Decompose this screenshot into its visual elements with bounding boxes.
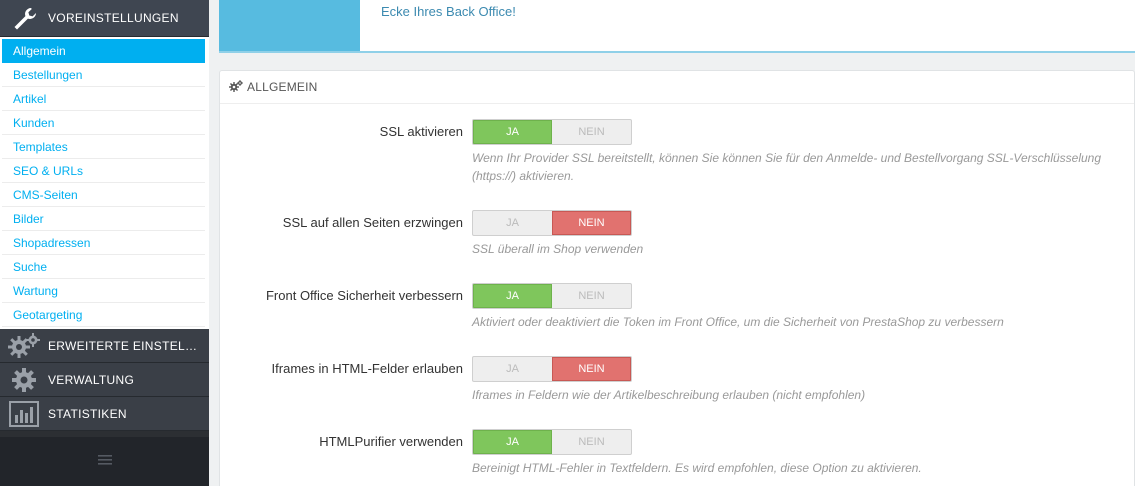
bar-chart-icon: [0, 397, 48, 431]
info-panel-message: Ecke Ihres Back Office!: [381, 4, 516, 19]
nav-section-label: VERWALTUNG: [48, 372, 135, 387]
settings-panel: ALLGEMEIN SSL aktivieren JA NEIN Wenn Ih…: [219, 70, 1135, 486]
nav-section-label: VOREINSTELLUNGEN: [48, 11, 179, 25]
wrench-icon: [0, 1, 48, 35]
sidebar: VOREINSTELLUNGEN Allgemein Bestellungen …: [0, 0, 209, 486]
submenu-item-geotargeting[interactable]: Geotargeting: [2, 303, 205, 327]
submenu-item-suche[interactable]: Suche: [2, 255, 205, 279]
nav-section-erweiterte-einstellungen[interactable]: ERWEITERTE EINSTELLUN...: [0, 329, 209, 363]
toggle-yes-option[interactable]: JA: [473, 430, 553, 454]
toggle-no-option[interactable]: NEIN: [552, 430, 631, 454]
setting-help-text: Bereinigt HTML-Fehler in Textfeldern. Es…: [472, 461, 922, 475]
submenu-item-templates[interactable]: Templates: [2, 135, 205, 159]
info-panel: Ecke Ihres Back Office!: [219, 0, 1135, 53]
iframes-toggle[interactable]: JA NEIN: [472, 356, 632, 382]
toggle-no-option[interactable]: NEIN: [551, 211, 631, 235]
setting-label: Front Office Sicherheit verbessern: [265, 288, 463, 303]
cogs-icon: [229, 79, 243, 95]
setting-label: SSL auf allen Seiten erzwingen: [282, 215, 463, 230]
toggle-yes-option[interactable]: JA: [473, 211, 552, 235]
toggle-no-option[interactable]: NEIN: [552, 120, 631, 144]
main-content: Ecke Ihres Back Office! ALLGEMEIN SSL ak…: [209, 0, 1135, 486]
submenu-item-cms-seiten[interactable]: CMS-Seiten: [2, 183, 205, 207]
setting-help-text: Wenn Ihr Provider SSL bereitstellt, könn…: [472, 151, 1102, 183]
sidebar-collapse-area: [0, 437, 209, 486]
submenu-item-bestellungen[interactable]: Bestellungen: [2, 63, 205, 87]
submenu-item-kunden[interactable]: Kunden: [2, 111, 205, 135]
hamburger-icon[interactable]: [97, 454, 112, 469]
front-office-security-toggle[interactable]: JA NEIN: [472, 283, 632, 309]
gear-icon: [0, 363, 48, 397]
toggle-no-option[interactable]: NEIN: [551, 357, 631, 381]
toggle-yes-option[interactable]: JA: [473, 120, 553, 144]
panel-heading: ALLGEMEIN: [220, 71, 1134, 104]
nav-section-voreinstellungen[interactable]: VOREINSTELLUNGEN: [0, 0, 209, 37]
nav-section-label: ERWEITERTE EINSTELLUN...: [48, 338, 203, 353]
ssl-toggle[interactable]: JA NEIN: [472, 119, 632, 145]
submenu-item-bilder[interactable]: Bilder: [2, 207, 205, 231]
gears-icon: [0, 329, 48, 363]
setting-label: Iframes in HTML-Felder erlauben: [271, 361, 463, 376]
htmlpurifier-toggle[interactable]: JA NEIN: [472, 429, 632, 455]
setting-help-text: SSL überall im Shop verwenden: [472, 242, 644, 256]
submenu-item-shopadressen[interactable]: Shopadressen: [2, 231, 205, 255]
submenu-item-artikel[interactable]: Artikel: [2, 87, 205, 111]
submenu: Allgemein Bestellungen Artikel Kunden Te…: [0, 37, 209, 329]
toggle-no-option[interactable]: NEIN: [552, 284, 631, 308]
setting-help-text: Aktiviert oder deaktiviert die Token im …: [472, 315, 1004, 329]
setting-label: HTMLPurifier verwenden: [319, 434, 463, 449]
submenu-item-allgemein[interactable]: Allgemein: [2, 39, 205, 63]
toggle-yes-option[interactable]: JA: [473, 357, 552, 381]
setting-label: SSL aktivieren: [379, 124, 463, 139]
submenu-item-wartung[interactable]: Wartung: [2, 279, 205, 303]
nav-section-label: STATISTIKEN: [48, 406, 127, 421]
nav-section-verwaltung[interactable]: VERWALTUNG: [0, 363, 209, 397]
info-panel-accent: [219, 0, 360, 51]
ssl-all-pages-toggle[interactable]: JA NEIN: [472, 210, 632, 236]
nav-section-statistiken[interactable]: STATISTIKEN: [0, 397, 209, 431]
toggle-yes-option[interactable]: JA: [473, 284, 553, 308]
setting-help-text: Iframes in Feldern wie der Artikelbeschr…: [472, 388, 866, 402]
panel-title: ALLGEMEIN: [247, 80, 318, 94]
submenu-item-seo-urls[interactable]: SEO & URLs: [2, 159, 205, 183]
